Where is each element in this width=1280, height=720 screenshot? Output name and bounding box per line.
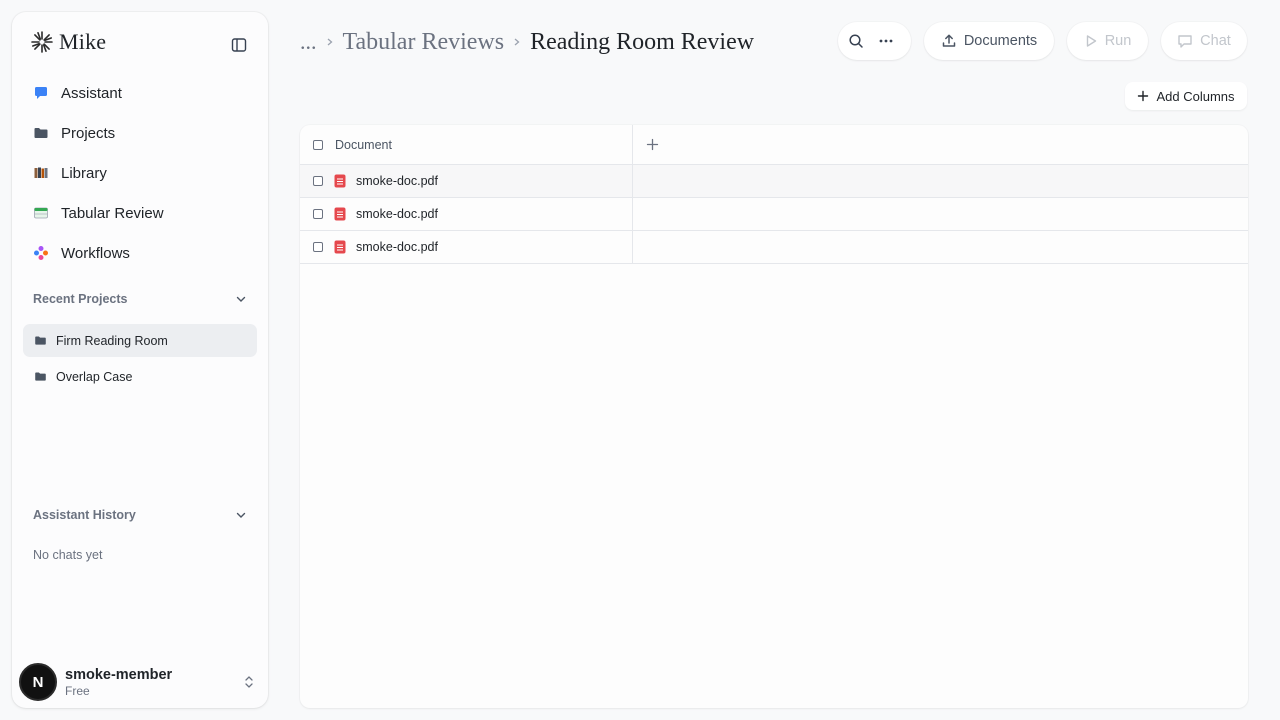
folder-icon (33, 125, 49, 141)
breadcrumb-more[interactable]: ... (300, 29, 317, 55)
starburst-logo-icon (31, 31, 53, 53)
chevron-down-icon (236, 512, 246, 518)
folder-icon (35, 336, 46, 345)
folder-icon (35, 372, 46, 381)
row-checkbox[interactable] (313, 209, 323, 219)
search-icon (849, 34, 863, 48)
more-options-button[interactable] (876, 27, 904, 55)
empty-cell (633, 198, 1248, 230)
account-info: smoke-member Free (65, 667, 172, 698)
app-root: Mike Assistant Projects Library Tabular … (0, 0, 1280, 720)
sidebar-panel-icon (231, 38, 247, 52)
document-cell: smoke-doc.pdf (300, 198, 633, 230)
document-cell: smoke-doc.pdf (300, 231, 633, 263)
search-button[interactable] (845, 27, 873, 55)
nav-label: Library (61, 164, 107, 182)
project-item-overlap-case[interactable]: Overlap Case (23, 360, 257, 393)
table-icon (33, 205, 49, 221)
empty-cell (633, 231, 1248, 263)
section-title: Recent Projects (33, 292, 128, 306)
chevron-right-icon (325, 37, 335, 47)
select-all-checkbox[interactable] (313, 139, 323, 150)
chevron-down-icon (236, 296, 246, 302)
empty-cell (633, 165, 1248, 197)
chevron-up-down-icon (245, 676, 253, 688)
chat-bubble-icon (33, 85, 49, 101)
workflow-icon (33, 245, 49, 261)
documents-label: Documents (963, 33, 1038, 49)
table-row[interactable]: smoke-doc.pdf (300, 198, 1248, 231)
nav-label: Workflows (61, 244, 130, 262)
account-menu[interactable]: N smoke-member Free (19, 663, 255, 701)
review-table: Document smoke-doc.pdf smoke-doc.pdf smo… (300, 125, 1248, 708)
breadcrumb: ... Tabular Reviews Reading Room Review (300, 26, 754, 58)
nav-label: Projects (61, 124, 116, 142)
table-header-row: Document (300, 125, 1248, 165)
nav-item-workflows[interactable]: Workflows (23, 233, 257, 273)
account-name: smoke-member (65, 666, 173, 683)
table-row[interactable]: smoke-doc.pdf (300, 165, 1248, 198)
section-title: Assistant History (33, 508, 136, 522)
project-label: Overlap Case (56, 369, 133, 384)
project-item-firm-reading-room[interactable]: Firm Reading Room (23, 324, 257, 357)
column-header-document: Document (335, 137, 392, 152)
assistant-history-header[interactable]: Assistant History (33, 505, 247, 525)
pdf-file-icon (334, 207, 348, 221)
file-name[interactable]: smoke-doc.pdf (356, 174, 438, 188)
nav-item-assistant[interactable]: Assistant (23, 73, 257, 113)
brand-logo[interactable]: Mike (31, 29, 106, 55)
file-name[interactable]: smoke-doc.pdf (356, 207, 438, 221)
chat-label: Chat (1200, 33, 1231, 49)
upload-icon (942, 34, 956, 47)
main-nav: Assistant Projects Library Tabular Revie… (23, 73, 257, 273)
file-name[interactable]: smoke-doc.pdf (356, 240, 438, 254)
brand-name: Mike (59, 29, 107, 54)
chevron-right-icon (512, 37, 522, 47)
ellipsis-icon (879, 39, 893, 43)
nav-label: Tabular Review (61, 204, 164, 222)
project-label: Firm Reading Room (56, 333, 168, 348)
avatar: N (19, 663, 57, 701)
books-icon (33, 165, 49, 181)
sidebar: Mike Assistant Projects Library Tabular … (12, 12, 268, 708)
add-columns-label: Add Columns (1156, 88, 1235, 104)
header-document-cell: Document (300, 125, 633, 164)
breadcrumb-tabular-reviews[interactable]: Tabular Reviews (343, 29, 505, 56)
pdf-file-icon (334, 174, 348, 188)
page-title: Reading Room Review (530, 28, 755, 55)
chat-button[interactable]: Chat (1161, 22, 1247, 60)
nav-label: Assistant (61, 84, 122, 102)
row-checkbox[interactable] (313, 242, 323, 252)
add-column-button[interactable] (644, 137, 660, 153)
run-label: Run (1104, 33, 1132, 49)
nav-item-library[interactable]: Library (23, 153, 257, 193)
plus-icon (646, 138, 658, 151)
table-row[interactable]: smoke-doc.pdf (300, 231, 1248, 264)
account-plan: Free (65, 683, 90, 698)
documents-button[interactable]: Documents (924, 22, 1054, 60)
recent-projects-list: Firm Reading Room Overlap Case (23, 324, 257, 396)
plus-icon (1138, 90, 1149, 102)
document-cell: smoke-doc.pdf (300, 165, 633, 197)
run-button[interactable]: Run (1067, 22, 1148, 60)
header-add-cell (633, 125, 1248, 164)
nav-item-projects[interactable]: Projects (23, 113, 257, 153)
pdf-file-icon (334, 240, 348, 254)
chat-icon (1178, 35, 1192, 48)
search-more-group (838, 22, 911, 60)
play-icon (1086, 35, 1096, 47)
nav-item-tabular-review[interactable]: Tabular Review (23, 193, 257, 233)
add-columns-button[interactable]: Add Columns (1125, 82, 1247, 110)
recent-projects-header[interactable]: Recent Projects (33, 289, 247, 309)
no-chats-message: No chats yet (33, 548, 103, 562)
row-checkbox[interactable] (313, 176, 323, 186)
sidebar-toggle-button[interactable] (228, 34, 250, 56)
